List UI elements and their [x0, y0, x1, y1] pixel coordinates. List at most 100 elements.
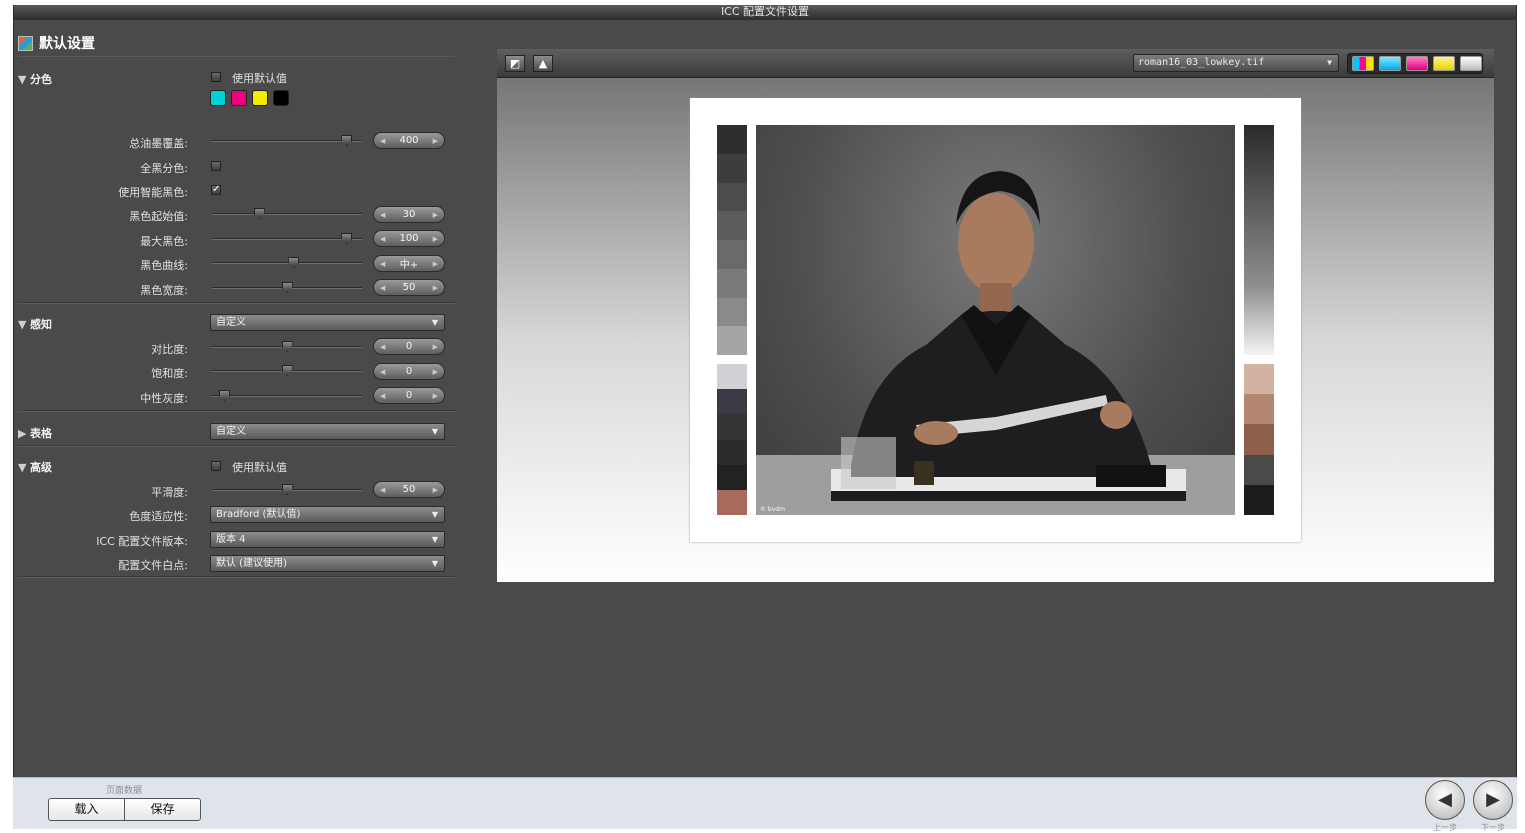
color-patch	[1244, 394, 1274, 425]
slider-thumb[interactable]	[288, 257, 300, 268]
test-chart-card: © bvdm	[690, 98, 1301, 542]
decrement-arrow-icon[interactable]: ◀	[380, 343, 385, 351]
preview-toolbar: ◩ ▲ roman16_03_lowkey.tif ▼	[497, 49, 1494, 78]
slider-thumb[interactable]	[281, 365, 293, 376]
decrement-arrow-icon[interactable]: ◀	[380, 260, 385, 268]
section-separation-toggle[interactable]: ▼ 分色	[18, 71, 52, 87]
portrait-photo: © bvdm	[756, 171, 1235, 515]
yellow-channel-button[interactable]	[1433, 56, 1455, 71]
neutral-gray-slider[interactable]	[212, 390, 362, 401]
increment-arrow-icon[interactable]: ▶	[433, 284, 438, 292]
section-perception-toggle[interactable]: ▼ 感知	[18, 316, 52, 332]
cyan-channel-button[interactable]	[1379, 56, 1401, 71]
full-black-checkbox[interactable]	[211, 161, 221, 171]
color-patch	[1244, 454, 1274, 485]
decrement-arrow-icon[interactable]: ◀	[380, 235, 385, 243]
black-width-stepper[interactable]: ◀ 50 ▶	[373, 279, 445, 296]
color-patch	[717, 439, 747, 465]
slider-thumb[interactable]	[281, 484, 293, 495]
advanced-use-default-checkbox[interactable]	[211, 461, 221, 471]
increment-arrow-icon[interactable]: ▶	[433, 137, 438, 145]
window-title: ICC 配置文件设置	[14, 5, 1516, 20]
bottom-bar: 页面数据 载入 保存 ◀ ▶ 上一步 下一步	[13, 777, 1517, 832]
perception-dropdown-value: 自定义	[216, 317, 246, 328]
saturation-label: 饱和度:	[151, 367, 188, 380]
decrement-arrow-icon[interactable]: ◀	[380, 486, 385, 494]
increment-arrow-icon[interactable]: ▶	[433, 235, 438, 243]
panel-header: 默认设置	[18, 33, 95, 53]
preview-pane: ◩ ▲ roman16_03_lowkey.tif ▼ © bvdm	[497, 49, 1494, 582]
perception-dropdown[interactable]: 自定义 ▼	[210, 314, 445, 331]
black-curve-value: 中+	[399, 260, 419, 271]
preview-image-name: roman16_03_lowkey.tif	[1138, 57, 1265, 68]
increment-arrow-icon[interactable]: ▶	[433, 343, 438, 351]
black-start-stepper[interactable]: ◀ 30 ▶	[373, 206, 445, 223]
contrast-slider[interactable]	[212, 341, 362, 352]
previous-button[interactable]: ◀	[1425, 780, 1465, 820]
smoothness-slider[interactable]	[212, 484, 362, 495]
black-channel-button[interactable]	[1460, 56, 1482, 71]
decrement-arrow-icon[interactable]: ◀	[380, 368, 385, 376]
decrement-arrow-icon[interactable]: ◀	[380, 284, 385, 292]
max-black-value: 100	[399, 233, 419, 244]
separation-use-default-checkbox[interactable]	[211, 72, 221, 82]
increment-arrow-icon[interactable]: ▶	[433, 260, 438, 268]
decrement-arrow-icon[interactable]: ◀	[380, 137, 385, 145]
triangle-down-icon: ▼	[18, 318, 27, 331]
contrast-stepper[interactable]: ◀ 0 ▶	[373, 338, 445, 355]
slider-thumb[interactable]	[281, 341, 293, 352]
slider-thumb[interactable]	[341, 135, 353, 146]
black-width-slider[interactable]	[212, 282, 362, 293]
table-dropdown[interactable]: 自定义 ▼	[210, 423, 445, 440]
magenta-swatch	[231, 90, 247, 106]
increment-arrow-icon[interactable]: ▶	[433, 392, 438, 400]
increment-arrow-icon[interactable]: ▶	[433, 368, 438, 376]
all-channels-button[interactable]	[1352, 56, 1374, 71]
smoothness-stepper[interactable]: ◀ 50 ▶	[373, 481, 445, 498]
smart-black-checkbox[interactable]: ✓	[211, 185, 221, 195]
smoothness-value: 50	[402, 484, 416, 495]
next-button[interactable]: ▶	[1473, 780, 1513, 820]
section-table-toggle[interactable]: ▶ 表格	[18, 425, 52, 441]
color-patch	[1244, 364, 1274, 395]
section-advanced-toggle[interactable]: ▼ 高级	[18, 459, 52, 475]
settings-panel-icon	[18, 35, 33, 51]
icc-version-dropdown[interactable]: 版本 4 ▼	[210, 531, 445, 548]
total-ink-slider[interactable]	[212, 135, 362, 146]
slider-thumb[interactable]	[253, 208, 265, 219]
black-curve-slider[interactable]	[212, 257, 362, 268]
max-black-slider[interactable]	[212, 233, 362, 244]
increment-arrow-icon[interactable]: ▶	[433, 211, 438, 219]
magenta-channel-button[interactable]	[1406, 56, 1428, 71]
max-black-stepper[interactable]: ◀ 100 ▶	[373, 230, 445, 247]
slider-thumb[interactable]	[341, 233, 353, 244]
image-view-button[interactable]: ▲	[533, 55, 553, 72]
save-button[interactable]: 保存	[124, 798, 201, 821]
slider-thumb[interactable]	[218, 390, 230, 401]
saturation-slider[interactable]	[212, 365, 362, 376]
color-patch	[717, 182, 747, 212]
load-button[interactable]: 载入	[48, 798, 125, 821]
page-data-group-label: 页面数据	[106, 786, 143, 796]
slider-thumb[interactable]	[281, 282, 293, 293]
chromatic-adaptation-dropdown[interactable]: Bradford (默认值) ▼	[210, 506, 445, 523]
decrement-arrow-icon[interactable]: ◀	[380, 392, 385, 400]
color-patch	[717, 268, 747, 298]
curve-view-button[interactable]: ◩	[505, 55, 525, 72]
black-start-value: 30	[402, 209, 416, 220]
color-patch	[717, 240, 747, 269]
black-start-label: 黑色起始值:	[129, 210, 188, 223]
black-curve-stepper[interactable]: ◀ 中+ ▶	[373, 255, 445, 272]
total-ink-stepper[interactable]: ◀ 400 ▶	[373, 132, 445, 149]
increment-arrow-icon[interactable]: ▶	[433, 486, 438, 494]
saturation-stepper[interactable]: ◀ 0 ▶	[373, 363, 445, 380]
table-dropdown-value: 自定义	[216, 426, 246, 437]
preview-image-select[interactable]: roman16_03_lowkey.tif ▼	[1133, 54, 1339, 72]
full-black-label: 全黑分色:	[140, 162, 188, 175]
neutral-gray-stepper[interactable]: ◀ 0 ▶	[373, 387, 445, 404]
decrement-arrow-icon[interactable]: ◀	[380, 211, 385, 219]
black-start-slider[interactable]	[212, 208, 362, 219]
white-point-dropdown[interactable]: 默认 (建议使用) ▼	[210, 555, 445, 572]
chevron-down-icon: ▼	[431, 510, 438, 519]
color-patch	[717, 153, 747, 183]
